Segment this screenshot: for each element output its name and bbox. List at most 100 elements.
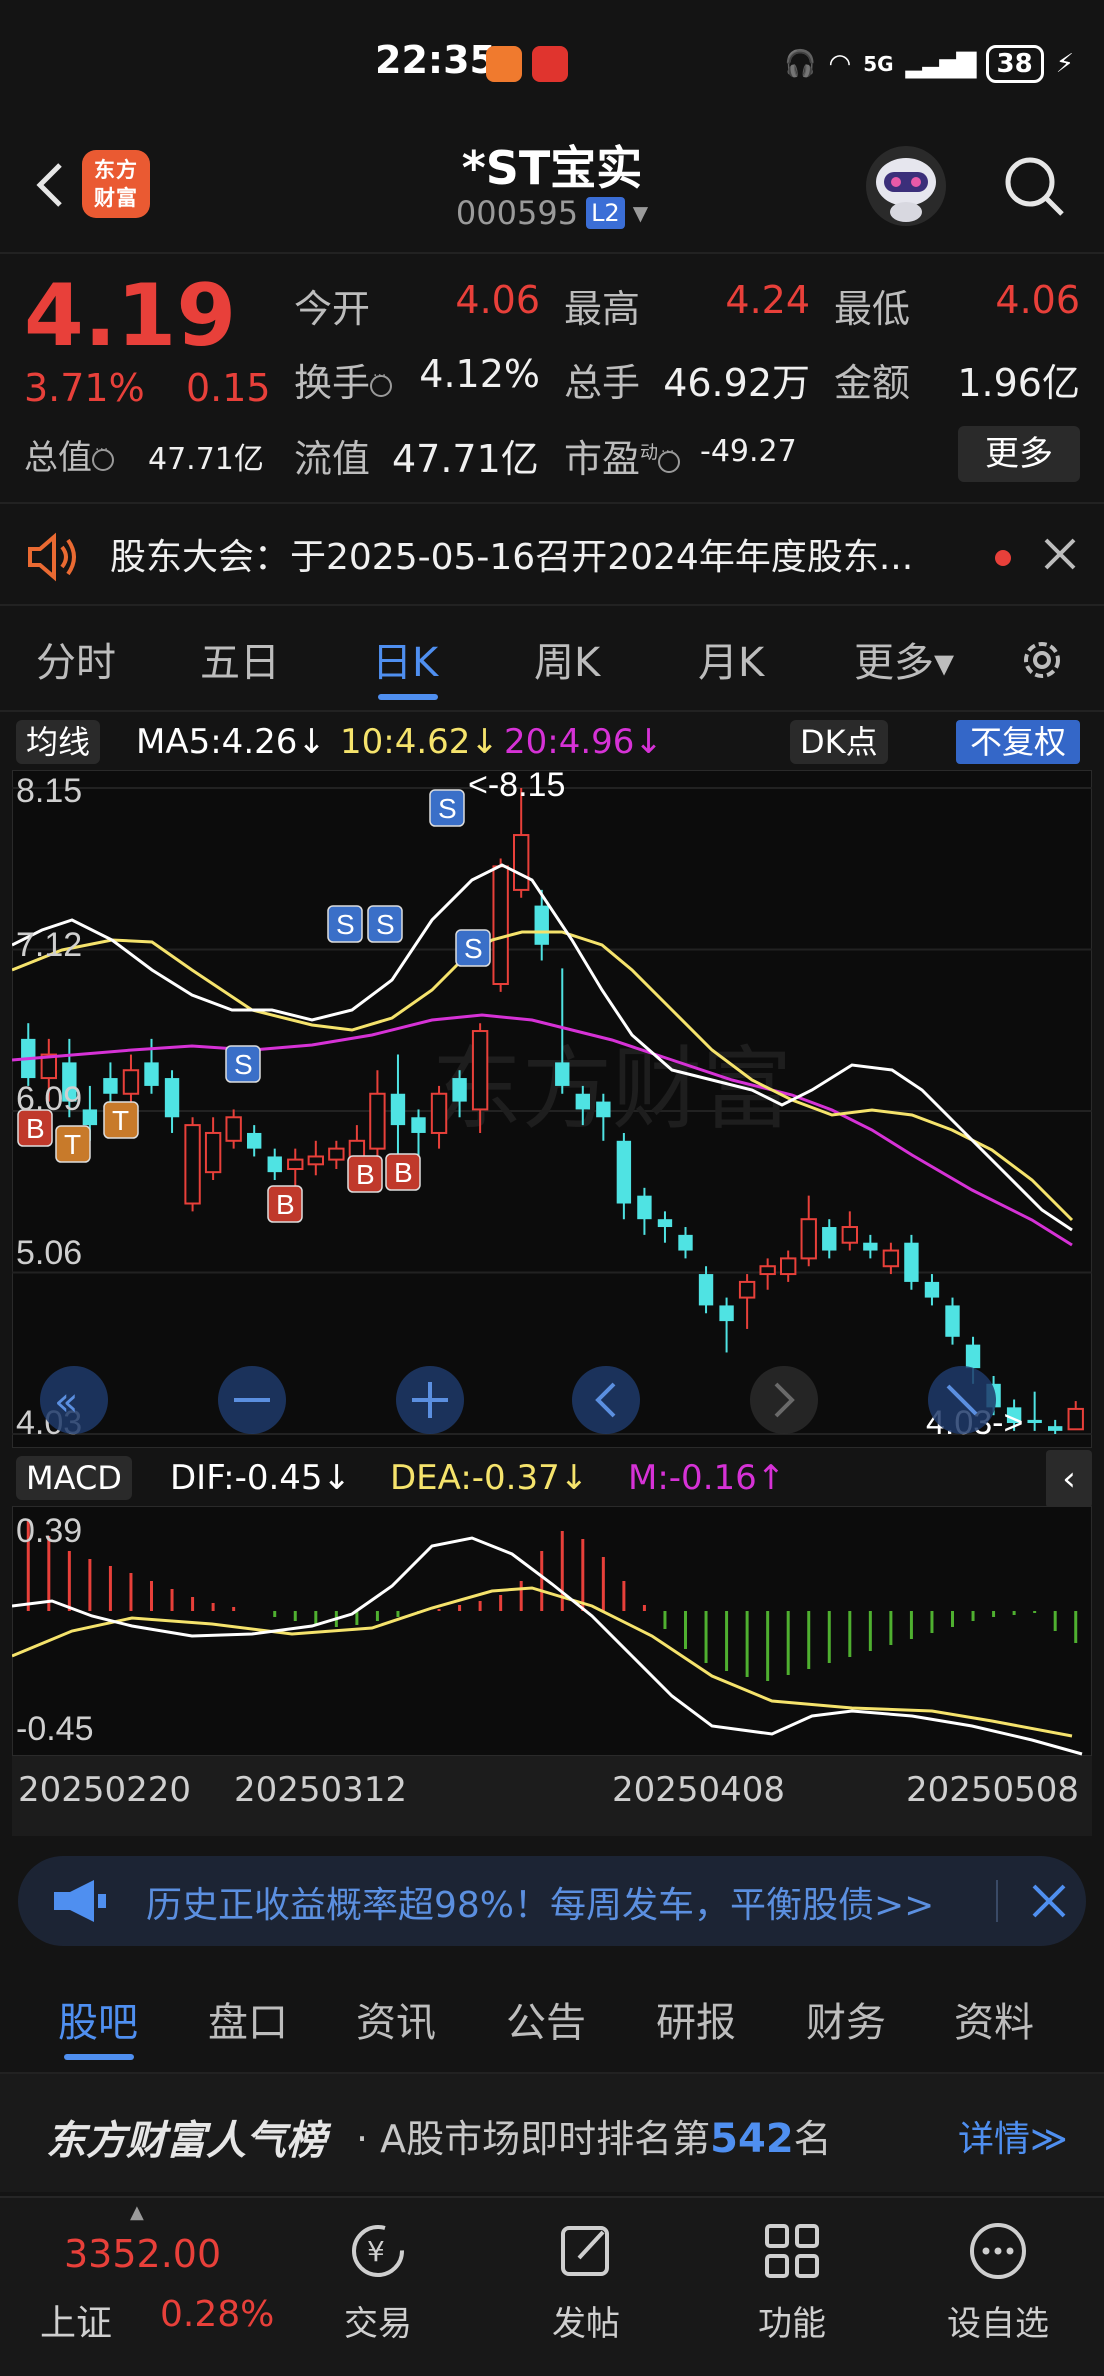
adjust-button[interactable]: 不复权 bbox=[956, 720, 1081, 764]
popularity-rank-bar[interactable]: 东方财富人气榜 · A股市场即时排名第542名 详情≫ bbox=[0, 2072, 1104, 2192]
y-tick: 8.15 bbox=[16, 772, 82, 810]
float-value: 47.71亿 bbox=[392, 437, 539, 481]
tab-daily-k[interactable]: 日K bbox=[372, 630, 438, 688]
signal-marker-s[interactable]: S bbox=[367, 905, 403, 943]
candle-body bbox=[904, 1242, 919, 1282]
robot-assistant-icon[interactable] bbox=[862, 142, 950, 230]
candlestick-chart[interactable]: 东方财富 BTTSSSBBBSS 8.15 7.12 6.09 5.06 4.0… bbox=[12, 770, 1092, 1448]
bottom-nav: ▲ 3352.00 上证 0.28% ¥ 交易 发帖 功能 设自选 bbox=[0, 2196, 1104, 2376]
promo-banner[interactable]: 历史正收益概率超98%！每周发车，平衡股债>> bbox=[18, 1856, 1086, 1946]
signal-marker-s[interactable]: S bbox=[429, 789, 465, 827]
svg-text:B: B bbox=[394, 1157, 413, 1188]
candle-body bbox=[247, 1132, 262, 1149]
tab-more[interactable]: 更多▾ bbox=[854, 630, 954, 688]
nav-add-watchlist[interactable]: 设自选 bbox=[928, 2218, 1068, 2345]
volume-value: 46.92万 bbox=[663, 361, 810, 405]
zoom-in-button[interactable] bbox=[396, 1366, 464, 1434]
index-value[interactable]: 3352.00 bbox=[64, 2232, 221, 2276]
ma20-value: 20:4.96↓ bbox=[504, 722, 663, 762]
nav-functions[interactable]: 功能 bbox=[722, 2218, 862, 2345]
tab-guba[interactable]: 股吧 bbox=[58, 1990, 138, 2048]
search-icon[interactable] bbox=[1000, 152, 1070, 222]
collapse-panel-button[interactable]: ‹ bbox=[1046, 1450, 1092, 1508]
grid-icon bbox=[765, 2224, 819, 2278]
trade-icon: ¥ bbox=[352, 2225, 404, 2277]
unread-dot bbox=[995, 550, 1011, 566]
popularity-detail-link[interactable]: 详情≫ bbox=[958, 2110, 1068, 2162]
candle-body bbox=[492, 865, 509, 985]
svg-text:T: T bbox=[112, 1105, 129, 1136]
gear-icon[interactable] bbox=[1016, 634, 1068, 686]
dk-point-button[interactable]: DK点 bbox=[790, 720, 888, 764]
more-button[interactable]: 更多 bbox=[958, 426, 1080, 482]
tab-finance[interactable]: 财务 bbox=[806, 1990, 886, 2048]
tab-intraday[interactable]: 分时 bbox=[36, 630, 116, 688]
candle-body bbox=[513, 834, 530, 891]
wifi-icon: ◠ bbox=[828, 49, 852, 79]
high-value: 4.24 bbox=[725, 278, 810, 322]
tab-announcements[interactable]: 公告 bbox=[506, 1990, 586, 2048]
candle-body bbox=[103, 1078, 118, 1094]
signal-marker-b[interactable]: B bbox=[267, 1185, 303, 1223]
index-name[interactable]: 上证 bbox=[40, 2294, 112, 2346]
nav-trade[interactable]: ¥ 交易 bbox=[308, 2218, 448, 2345]
scroll-far-left-button[interactable]: « bbox=[40, 1366, 108, 1434]
close-icon[interactable] bbox=[1030, 1882, 1068, 1920]
tab-profile[interactable]: 资料 bbox=[954, 1990, 1034, 2048]
signal-icon: ▂▃▅▇ bbox=[905, 49, 977, 79]
tab-news[interactable]: 资讯 bbox=[356, 1990, 436, 2048]
macd-chart[interactable]: 0.39 -0.45 bbox=[12, 1506, 1092, 1756]
status-indicators: 🎧 ◠ 5G ▂▃▅▇ 38 ⚡ bbox=[784, 44, 1074, 84]
zoom-out-button[interactable] bbox=[218, 1366, 286, 1434]
tao-app-icon bbox=[532, 46, 568, 82]
promo-text[interactable]: 历史正收益概率超98%！每周发车，平衡股债>> bbox=[146, 1876, 996, 1928]
signal-marker-b[interactable]: B bbox=[347, 1155, 383, 1193]
signal-marker-t[interactable]: T bbox=[103, 1101, 139, 1139]
candle-body bbox=[616, 1140, 632, 1204]
macd-bottom-value: -0.45 bbox=[16, 1710, 94, 1748]
stock-code: 000595 bbox=[455, 194, 579, 232]
candle-body bbox=[882, 1249, 900, 1268]
close-icon[interactable] bbox=[1040, 534, 1080, 574]
ma-selector[interactable]: 均线 bbox=[16, 720, 101, 764]
candle-body bbox=[267, 1156, 282, 1173]
macd-selector[interactable]: MACD bbox=[16, 1456, 132, 1500]
candle-body bbox=[924, 1281, 940, 1298]
info-icon[interactable] bbox=[92, 442, 114, 471]
candle-body bbox=[780, 1257, 797, 1276]
tab-pankou[interactable]: 盘口 bbox=[208, 1990, 288, 2048]
info-icon[interactable] bbox=[370, 368, 393, 397]
notice-bar[interactable]: 股东大会：于2025-05-16召开2024年年度股东... bbox=[0, 502, 1104, 606]
signal-marker-s[interactable]: S bbox=[327, 905, 363, 943]
scroll-left-button[interactable] bbox=[572, 1366, 640, 1434]
candle-body bbox=[1048, 1426, 1063, 1431]
signal-marker-b[interactable]: B bbox=[385, 1153, 421, 1191]
pe-label: 市盈动 bbox=[564, 428, 681, 483]
current-price: 4.19 bbox=[24, 266, 237, 366]
volume-label: 总手 bbox=[564, 361, 641, 405]
candle-body bbox=[719, 1305, 734, 1322]
index-change[interactable]: 0.28% bbox=[160, 2294, 274, 2335]
amount-label: 金额 bbox=[834, 361, 911, 405]
candle-body bbox=[1027, 1419, 1042, 1424]
signal-marker-s[interactable]: S bbox=[225, 1045, 261, 1083]
tab-weekly-k[interactable]: 周K bbox=[534, 630, 600, 688]
fullscreen-button[interactable] bbox=[928, 1366, 996, 1434]
nav-post[interactable]: 发帖 bbox=[516, 2218, 656, 2345]
popularity-suffix: 名 bbox=[793, 2117, 832, 2161]
y-tick: 5.06 bbox=[16, 1234, 82, 1272]
candle-body bbox=[82, 1109, 98, 1126]
signal-marker-t[interactable]: T bbox=[55, 1125, 91, 1163]
tab-monthly-k[interactable]: 月K bbox=[698, 630, 764, 688]
info-icon[interactable] bbox=[658, 444, 681, 473]
date-label: 20250508 bbox=[906, 1770, 1080, 1810]
active-tab-indicator bbox=[378, 694, 438, 700]
charging-icon: ⚡ bbox=[1055, 49, 1074, 79]
candle-body bbox=[287, 1158, 304, 1171]
speaker-icon bbox=[28, 532, 76, 582]
scroll-right-button[interactable] bbox=[750, 1366, 818, 1434]
signal-marker-s[interactable]: S bbox=[455, 929, 491, 967]
notice-text[interactable]: 股东大会：于2025-05-16召开2024年年度股东... bbox=[110, 528, 960, 580]
tab-research[interactable]: 研报 bbox=[656, 1990, 736, 2048]
tab-five-day[interactable]: 五日 bbox=[200, 630, 280, 688]
